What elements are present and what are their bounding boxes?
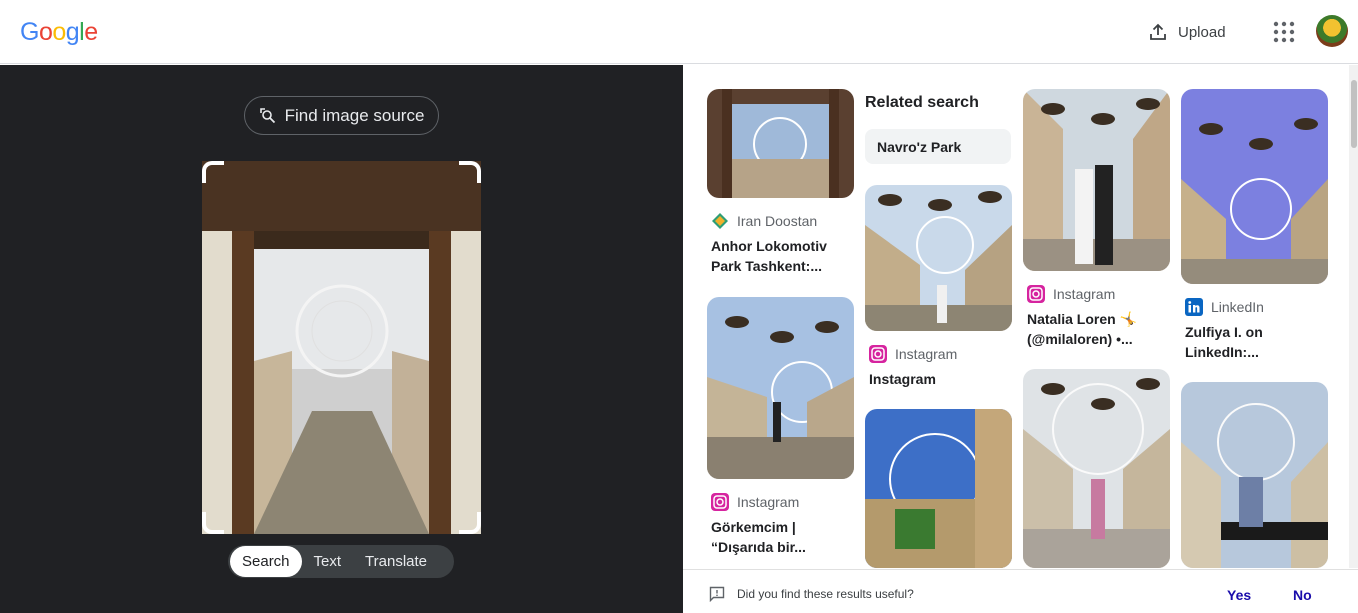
logo-letter: g bbox=[65, 18, 80, 46]
result-caption-line: Anhor Lokomotiv bbox=[711, 238, 827, 254]
lens-search-icon bbox=[259, 107, 275, 123]
logo-letter: o bbox=[38, 18, 53, 46]
result-card[interactable] bbox=[865, 409, 1012, 568]
result-source-label: Instagram bbox=[737, 494, 800, 510]
result-card[interactable]: Iran Doostan Anhor Lokomotiv Park Tashke… bbox=[707, 89, 854, 276]
result-card[interactable]: LinkedIn Zulfiya I. on LinkedIn:... bbox=[1181, 89, 1328, 362]
feedback-yes-button[interactable]: Yes bbox=[1227, 587, 1251, 603]
mode-text-button[interactable]: Text bbox=[302, 546, 354, 577]
result-caption-line: Natalia Loren 🤸 bbox=[1027, 311, 1138, 327]
mode-search-button[interactable]: Search bbox=[230, 546, 302, 577]
result-source: Instagram bbox=[1027, 285, 1170, 303]
instagram-icon bbox=[869, 345, 887, 363]
result-caption-line: “Dışarıda bir... bbox=[711, 539, 806, 555]
result-thumbnail[interactable] bbox=[1181, 89, 1328, 284]
result-source: Instagram bbox=[711, 493, 854, 511]
scrollbar-thumb[interactable] bbox=[1351, 80, 1357, 148]
result-caption[interactable]: Natalia Loren 🤸 (@milaloren) •... bbox=[1027, 309, 1170, 349]
instagram-icon bbox=[1027, 285, 1045, 303]
crop-corner[interactable] bbox=[202, 161, 224, 183]
logo-letter: G bbox=[20, 18, 39, 46]
mode-translate-button[interactable]: Translate bbox=[353, 546, 439, 577]
crop-corner[interactable] bbox=[202, 512, 224, 534]
result-source-label: Instagram bbox=[1053, 286, 1116, 302]
find-image-source-label: Find image source bbox=[284, 105, 425, 125]
result-caption-line: Instagram bbox=[869, 371, 936, 387]
result-card[interactable] bbox=[1023, 369, 1170, 568]
result-source-label: Instagram bbox=[895, 346, 958, 362]
result-caption-line: Park Tashkent:... bbox=[711, 258, 823, 274]
result-card[interactable]: Instagram Instagram bbox=[865, 185, 1012, 389]
result-source: Instagram bbox=[869, 345, 1012, 363]
result-thumbnail[interactable] bbox=[865, 185, 1012, 331]
lens-mode-switcher: Search Text Translate bbox=[228, 545, 454, 578]
result-card[interactable] bbox=[1181, 382, 1328, 568]
result-source: LinkedIn bbox=[1185, 298, 1328, 316]
logo-letter: o bbox=[52, 18, 66, 46]
google-logo[interactable]: Google bbox=[20, 18, 98, 47]
result-source: Iran Doostan bbox=[711, 212, 854, 230]
result-caption-line: Zulfiya I. on bbox=[1185, 324, 1263, 340]
iran-doostan-icon bbox=[712, 213, 728, 229]
upload-label: Upload bbox=[1178, 23, 1226, 41]
result-caption[interactable]: Görkemcim | “Dışarıda bir... bbox=[711, 517, 854, 557]
result-thumbnail[interactable] bbox=[1023, 89, 1170, 271]
result-caption[interactable]: Zulfiya I. on LinkedIn:... bbox=[1185, 322, 1328, 362]
result-source-label: Iran Doostan bbox=[737, 213, 818, 229]
result-caption[interactable]: Anhor Lokomotiv Park Tashkent:... bbox=[711, 236, 854, 276]
feedback-no-button[interactable]: No bbox=[1293, 587, 1312, 603]
logo-letter: e bbox=[84, 18, 98, 46]
query-image[interactable] bbox=[202, 161, 481, 534]
result-card[interactable]: Instagram Görkemcim | “Dışarıda bir... bbox=[707, 297, 854, 557]
crop-corner[interactable] bbox=[459, 512, 481, 534]
feedback-question: Did you find these results useful? bbox=[737, 587, 914, 601]
feedback-bar: Did you find these results useful? Yes N… bbox=[683, 569, 1358, 613]
result-caption-line: Görkemcim | bbox=[711, 519, 796, 535]
result-caption-line: LinkedIn:... bbox=[1185, 344, 1259, 360]
crop-corner[interactable] bbox=[459, 161, 481, 183]
result-thumbnail[interactable] bbox=[707, 297, 854, 479]
result-card[interactable]: Instagram Natalia Loren 🤸 (@milaloren) •… bbox=[1023, 89, 1170, 349]
result-thumbnail[interactable] bbox=[707, 89, 854, 198]
result-source-label: LinkedIn bbox=[1211, 299, 1264, 315]
related-search-chip[interactable]: Navro'z Park bbox=[865, 129, 1011, 164]
upload-button[interactable]: Upload bbox=[1140, 16, 1234, 48]
avatar[interactable] bbox=[1316, 15, 1348, 47]
result-thumbnail[interactable] bbox=[865, 409, 1012, 568]
feedback-icon bbox=[709, 586, 725, 602]
top-bar: Google Upload bbox=[0, 0, 1358, 64]
result-thumbnail[interactable] bbox=[1181, 382, 1328, 568]
result-caption[interactable]: Instagram bbox=[869, 369, 1012, 389]
linkedin-icon bbox=[1185, 298, 1203, 316]
apps-grid-icon[interactable] bbox=[1272, 20, 1296, 44]
find-image-source-button[interactable]: Find image source bbox=[244, 96, 439, 135]
result-caption-line: (@milaloren) •... bbox=[1027, 331, 1133, 347]
instagram-icon bbox=[711, 493, 729, 511]
image-preview-pane: Find image source Search Text Translate bbox=[0, 65, 683, 613]
related-search-title: Related search bbox=[865, 94, 979, 111]
result-thumbnail[interactable] bbox=[1023, 369, 1170, 568]
upload-icon bbox=[1150, 23, 1166, 40]
